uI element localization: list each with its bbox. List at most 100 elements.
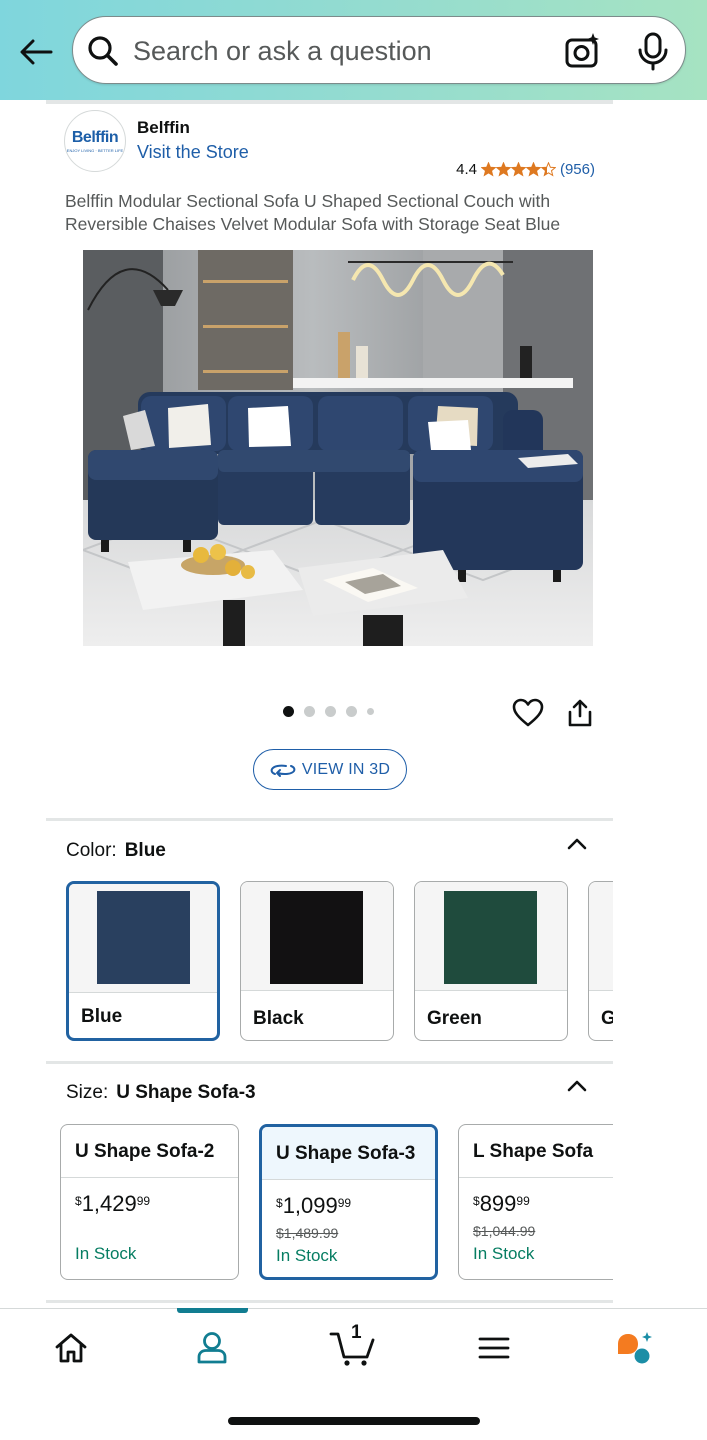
image-carousel-dots[interactable] (283, 706, 374, 717)
size-selector-label: Size: U Shape Sofa-3 (66, 1082, 256, 1104)
stock-status: In Stock (75, 1244, 137, 1263)
price-currency: $ (276, 1196, 283, 1210)
rating-value: 4.4 (456, 161, 477, 178)
account-icon (197, 1332, 227, 1364)
sofa-photo (83, 250, 593, 646)
nav-menu[interactable] (464, 1324, 524, 1372)
nav-rufus[interactable] (605, 1324, 665, 1372)
star-icon (480, 162, 496, 177)
nav-account[interactable] (182, 1324, 242, 1372)
swatch-image-area (589, 882, 613, 991)
view-in-3d-label: VIEW IN 3D (301, 760, 391, 778)
color-option-label: Black (253, 1008, 304, 1029)
price-currency: $ (75, 1194, 82, 1208)
price-fraction: 99 (516, 1194, 530, 1208)
back-button[interactable] (14, 30, 58, 74)
star-icon (525, 162, 541, 177)
search-bar[interactable] (72, 16, 686, 84)
color-option-label: Blue (81, 1006, 123, 1027)
price-whole: 899 (479, 1191, 517, 1216)
color-option-black[interactable]: Black (240, 881, 394, 1041)
menu-icon (478, 1337, 510, 1359)
swatch-image-area (241, 882, 393, 991)
color-swatch (97, 891, 190, 984)
selected-color-value: Blue (124, 840, 166, 861)
rating-summary[interactable]: 4.4 (956) (456, 161, 595, 178)
brand-logo-tagline: ENJOY LIVING · BETTER LIFE (66, 148, 124, 153)
list-price: $1,489.99 (276, 1225, 339, 1241)
color-option-label: G (601, 1008, 613, 1030)
color-swatch (270, 891, 363, 984)
stock-status: In Stock (473, 1244, 535, 1263)
star-icon (540, 162, 556, 177)
product-title: Belffin Modular Sectional Sofa U Shaped … (65, 191, 561, 234)
size-label: Size: (66, 1082, 109, 1103)
camera-search-icon[interactable] (563, 31, 603, 71)
nav-cart[interactable]: 1 (323, 1322, 383, 1372)
section-divider (46, 818, 613, 821)
size-option-name: U Shape Sofa-2 (75, 1141, 215, 1162)
swatch-image-area (415, 882, 567, 991)
list-price: $1,044.99 (473, 1223, 536, 1239)
active-tab-indicator (177, 1308, 248, 1313)
carousel-dot[interactable] (325, 706, 336, 717)
color-selector-label: Color: Blue (66, 840, 166, 862)
search-input[interactable] (133, 31, 553, 71)
product-image[interactable] (83, 250, 593, 646)
price-fraction: 99 (136, 1194, 151, 1208)
size-card-header: U Shape Sofa-3 (262, 1127, 435, 1180)
brand-logo[interactable]: Belffin ENJOY LIVING · BETTER LIFE (64, 110, 126, 172)
carousel-dot[interactable] (304, 706, 315, 717)
section-divider (46, 1061, 613, 1064)
visit-store-link[interactable]: Visit the Store (137, 142, 249, 163)
chevron-up-icon[interactable] (566, 837, 588, 851)
star-rating (480, 162, 556, 177)
section-divider (46, 1300, 613, 1303)
chevron-up-icon[interactable] (566, 1079, 588, 1093)
color-swatch (444, 891, 537, 984)
color-label: Color: (66, 840, 117, 861)
cart-count-badge: 1 (351, 1322, 362, 1343)
color-options: Blue Black Green G (66, 881, 613, 1043)
size-option-price: $1,09999 (276, 1193, 351, 1219)
carousel-dot[interactable] (367, 708, 374, 715)
selected-size-value: U Shape Sofa-3 (116, 1082, 256, 1103)
size-option-name: U Shape Sofa-3 (276, 1143, 416, 1164)
size-option-u-shape-2[interactable]: U Shape Sofa-2 $1,42999 In Stock (60, 1124, 239, 1280)
brand-name: Belffin (137, 118, 190, 137)
size-option-name: L Shape Sofa (473, 1141, 594, 1162)
color-option-partial[interactable]: G (588, 881, 613, 1041)
carousel-dot[interactable] (283, 706, 294, 717)
size-options: U Shape Sofa-2 $1,42999 In Stock U Shape… (60, 1124, 613, 1282)
nav-home[interactable] (41, 1324, 101, 1372)
size-card-header: L Shape Sofa (459, 1125, 613, 1178)
stock-status: In Stock (276, 1246, 338, 1265)
back-arrow-icon (20, 39, 53, 65)
carousel-dot[interactable] (346, 706, 357, 717)
price-fraction: 99 (337, 1196, 352, 1210)
size-option-price: $1,42999 (75, 1191, 150, 1217)
wishlist-heart-icon[interactable] (512, 698, 544, 728)
size-option-price: $89999 (473, 1191, 530, 1217)
brand-logo-text: Belffin (71, 129, 119, 146)
view-in-3d-button[interactable]: VIEW IN 3D (253, 749, 407, 790)
rotate-3d-icon (270, 764, 296, 777)
star-icon (510, 162, 526, 177)
share-icon[interactable] (566, 698, 594, 728)
size-card-header: U Shape Sofa-2 (61, 1125, 238, 1178)
section-divider (46, 100, 613, 104)
star-icon (495, 162, 511, 177)
size-option-l-shape[interactable]: L Shape Sofa $89999 $1,044.99 In Stock (458, 1124, 613, 1280)
app-header (0, 0, 707, 100)
review-count[interactable]: (956) (560, 161, 595, 178)
microphone-icon[interactable] (635, 31, 671, 71)
color-option-blue[interactable]: Blue (66, 881, 220, 1041)
color-option-green[interactable]: Green (414, 881, 568, 1041)
color-option-label: Green (427, 1008, 482, 1029)
price-whole: 1,429 (81, 1191, 137, 1216)
home-icon (55, 1333, 87, 1363)
swatch-image-area (69, 884, 217, 993)
price-currency: $ (473, 1194, 480, 1208)
size-option-u-shape-3[interactable]: U Shape Sofa-3 $1,09999 $1,489.99 In Sto… (259, 1124, 438, 1280)
search-icon (88, 36, 118, 66)
